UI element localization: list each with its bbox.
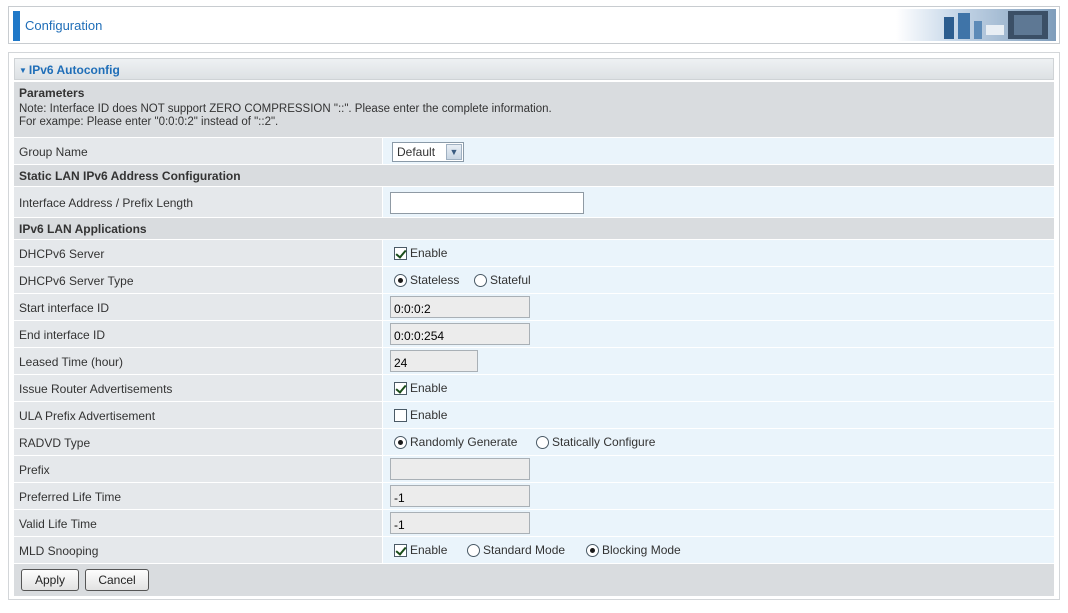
issue-ra-checkbox[interactable] (394, 381, 407, 395)
randomly-generate-label: Randomly Generate (410, 435, 518, 449)
issue-router-advertisements-value-cell (383, 375, 1054, 401)
mld-snooping-row: MLD Snooping Enable Standard Mode Blocki… (14, 537, 1054, 564)
header-banner-graphic (896, 9, 1056, 41)
issue-ra-enable[interactable]: Enable (394, 375, 447, 401)
statically-configure-label: Statically Configure (552, 435, 656, 449)
preferred-life-time-row: Preferred Life Time (14, 483, 1054, 510)
stateful-option[interactable]: Stateful (474, 267, 531, 293)
start-interface-id-input[interactable] (390, 296, 530, 318)
ipv6-autoconfig-panel: ▼ IPv6 Autoconfig Parameters Note: Interf… (8, 52, 1060, 600)
standard-mode-option[interactable]: Standard Mode (467, 537, 565, 563)
dhcpv6-server-row: DHCPv6 Server Enable (14, 240, 1054, 267)
section-title: IPv6 Autoconfig (28, 63, 120, 77)
leased-time-label: Leased Time (hour) (14, 348, 382, 374)
apply-button[interactable]: Apply (21, 569, 79, 591)
stateless-radio[interactable] (394, 273, 407, 287)
prefix-input[interactable] (390, 458, 530, 480)
issue-router-advertisements-label: Issue Router Advertisements (14, 375, 382, 401)
dhcpv6-server-type-row: DHCPv6 Server Type Stateless Stateful (14, 267, 1054, 294)
preferred-life-time-input[interactable] (390, 485, 530, 507)
end-interface-id-input[interactable] (390, 323, 530, 345)
group-name-value-cell (383, 138, 1054, 164)
collapse-triangle-icon[interactable]: ▼ (19, 66, 27, 75)
header-accent-bar (13, 11, 20, 41)
chevron-down-icon[interactable]: ▼ (446, 144, 462, 160)
prefix-label: Prefix (14, 456, 382, 482)
dhcpv6-server-enable[interactable]: Enable (394, 240, 447, 266)
autoconfig-form: Parameters Note: Interface ID does NOT s… (14, 82, 1054, 596)
dhcpv6-server-value-cell (383, 240, 1054, 266)
statically-configure-option[interactable]: Statically Configure (536, 429, 655, 455)
valid-life-time-row: Valid Life Time (14, 510, 1054, 537)
page-title: Configuration (25, 18, 103, 33)
leased-time-row: Leased Time (hour) (14, 348, 1054, 375)
group-name-select[interactable]: Default ▼ (392, 142, 464, 162)
dhcpv6-server-type-label: DHCPv6 Server Type (14, 267, 382, 293)
standard-mode-label: Standard Mode (483, 543, 566, 557)
standard-mode-radio[interactable] (467, 543, 480, 557)
end-interface-id-row: End interface ID (14, 321, 1054, 348)
section-header[interactable]: ▼ IPv6 Autoconfig (14, 58, 1054, 80)
radvd-type-label: RADVD Type (14, 429, 382, 455)
interface-address-row: Interface Address / Prefix Length (14, 187, 1054, 218)
configuration-page: Configuration ▼ IPv6 Autoconfig Paramete… (0, 0, 1068, 613)
randomly-generate-option[interactable]: Randomly Generate (394, 429, 517, 455)
start-interface-id-label: Start interface ID (14, 294, 382, 320)
prefix-row: Prefix (14, 456, 1054, 483)
start-interface-id-row: Start interface ID (14, 294, 1054, 321)
blocking-mode-label: Blocking Mode (602, 543, 681, 557)
page-header: Configuration (8, 6, 1060, 44)
mld-snooping-enable-label: Enable (410, 543, 448, 557)
ipv6-lan-applications-heading: IPv6 LAN Applications (14, 218, 1054, 240)
zero-compression-note: Note: Interface ID does NOT support ZERO… (19, 103, 552, 115)
preferred-life-time-label: Preferred Life Time (14, 483, 382, 509)
form-actions: Apply Cancel (14, 564, 1054, 596)
end-interface-id-label: End interface ID (14, 321, 382, 347)
interface-address-input[interactable] (390, 192, 584, 214)
stateless-label: Stateless (410, 273, 460, 287)
cancel-button[interactable]: Cancel (85, 569, 149, 591)
mld-snooping-checkbox[interactable] (394, 543, 407, 557)
group-name-row: Group Name Default ▼ (14, 138, 1054, 165)
dhcpv6-server-checkbox[interactable] (394, 246, 407, 260)
valid-life-time-label: Valid Life Time (14, 510, 382, 536)
mld-snooping-enable[interactable]: Enable (394, 537, 447, 563)
blocking-mode-option[interactable]: Blocking Mode (586, 537, 681, 563)
statically-configure-radio[interactable] (536, 435, 549, 449)
ula-prefix-row: ULA Prefix Advertisement Enable (14, 402, 1054, 429)
ula-prefix-label: ULA Prefix Advertisement (14, 402, 382, 428)
blocking-mode-radio[interactable] (586, 543, 599, 557)
ula-prefix-enable-label: Enable (410, 408, 448, 422)
example-note: For exampe: Please enter "0:0:0:2" inste… (19, 116, 279, 128)
parameters-title: Parameters (19, 86, 85, 100)
stateful-label: Stateful (490, 273, 531, 287)
ula-prefix-value-cell (383, 402, 1054, 428)
parameters-heading: Parameters Note: Interface ID does NOT s… (14, 82, 1054, 138)
dhcpv6-server-label: DHCPv6 Server (14, 240, 382, 266)
leased-time-value-cell (383, 348, 1054, 374)
issue-router-advertisements-row: Issue Router Advertisements Enable (14, 375, 1054, 402)
ula-prefix-enable[interactable]: Enable (394, 402, 447, 428)
randomly-generate-radio[interactable] (394, 435, 407, 449)
group-name-selected: Default (397, 145, 436, 159)
radvd-type-row: RADVD Type Randomly Generate Statically … (14, 429, 1054, 456)
stateless-option[interactable]: Stateless (394, 267, 459, 293)
leased-time-input[interactable] (390, 350, 478, 372)
group-name-label: Group Name (14, 138, 382, 164)
valid-life-time-input[interactable] (390, 512, 530, 534)
static-lan-heading: Static LAN IPv6 Address Configuration (14, 165, 1054, 187)
dhcpv6-server-enable-label: Enable (410, 246, 448, 260)
mld-snooping-label: MLD Snooping (14, 537, 382, 563)
interface-address-label: Interface Address / Prefix Length (14, 187, 382, 217)
ula-prefix-checkbox[interactable] (394, 408, 407, 422)
stateful-radio[interactable] (474, 273, 487, 287)
issue-ra-enable-label: Enable (410, 381, 448, 395)
